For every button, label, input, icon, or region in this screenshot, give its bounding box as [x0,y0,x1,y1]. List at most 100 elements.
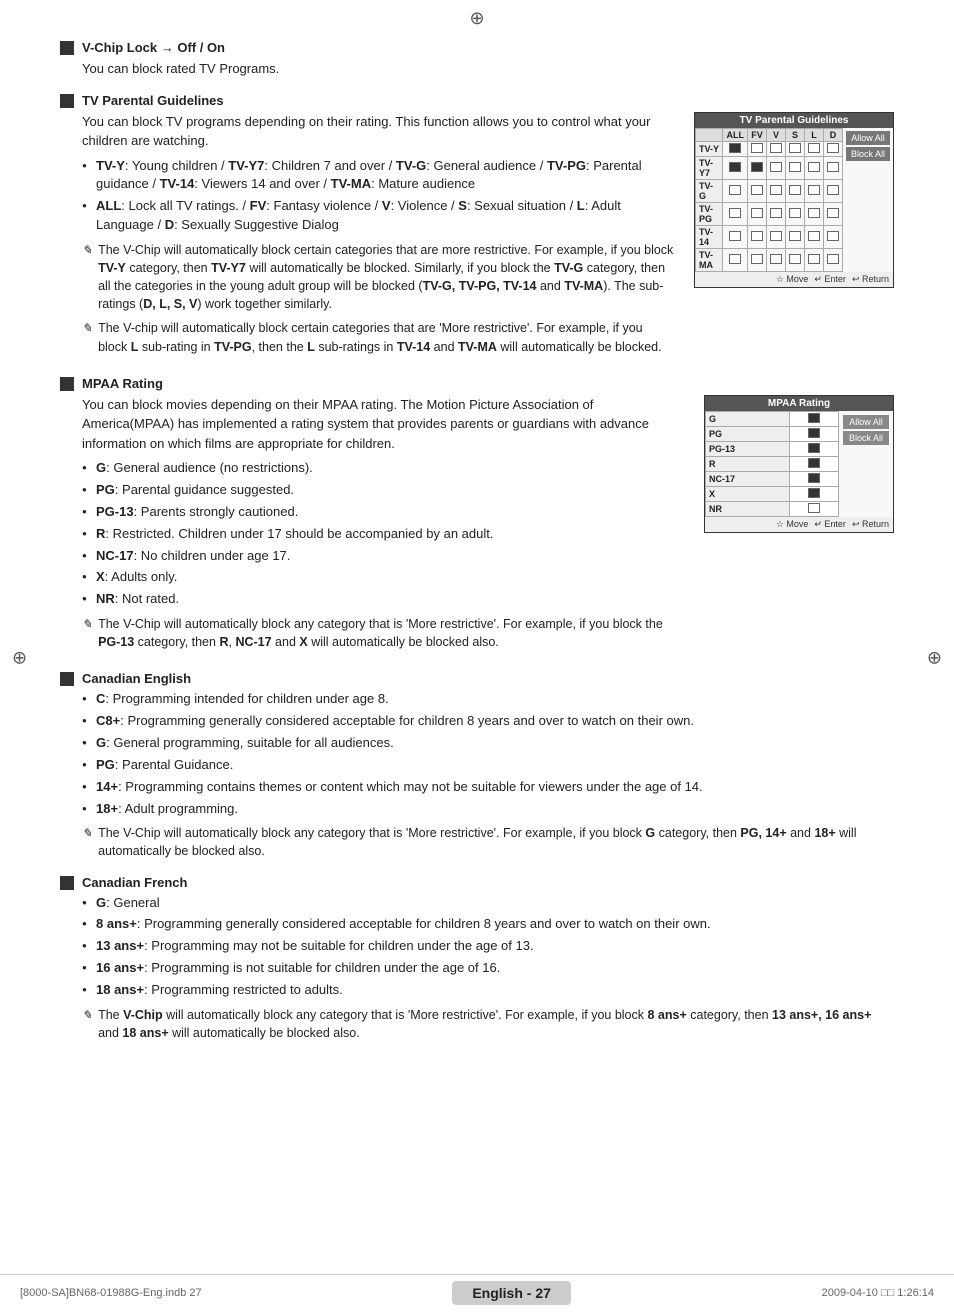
tv-check-tvy-fv[interactable] [747,141,766,156]
mpaa-check-nc17[interactable] [790,471,839,486]
section-mpaa: MPAA Rating You can block movies dependi… [60,376,894,658]
can-en-bullet-14: 14+: Programming contains themes or cont… [82,778,894,797]
tv-check-tvy-d[interactable] [823,141,842,156]
mpaa-row-r: R [706,456,839,471]
tv-check-tvg-fv[interactable] [747,179,766,202]
mpaa-check-nr[interactable] [790,501,839,516]
mpaa-label-nr: NR [706,501,790,516]
tv-check-tvma-all[interactable] [723,248,748,271]
mpaa-box-title: MPAA Rating [705,396,893,411]
tv-check-tvy7-v[interactable] [766,156,785,179]
mpaa-check-pg13[interactable] [790,441,839,456]
th-empty [696,128,723,141]
can-fr-bullet-g: G: General [82,894,894,913]
tv-check-tv14-d[interactable] [823,225,842,248]
mpaa-nav-move: ☆ Move [776,519,809,530]
tv-row-tvy7: TV-Y7 [696,156,843,179]
tv-check-tvy-all[interactable] [723,141,748,156]
tv-check-tvg-s[interactable] [785,179,804,202]
mpaa-label-r: R [706,456,790,471]
mpaa-table-wrapper: G PG PG-13 [705,411,839,517]
tv-check-tvma-d[interactable] [823,248,842,271]
note-text-can-en: The V-Chip will automatically block any … [98,824,894,860]
tv-check-tvma-fv[interactable] [747,248,766,271]
tv-row-tvma: TV-MA [696,248,843,271]
mpaa-nav-enter: ↵ Enter [814,519,846,530]
tv-check-tv14-all[interactable] [723,225,748,248]
tv-check-tvma-l[interactable] [804,248,823,271]
tv-check-tvpg-fv[interactable] [747,202,766,225]
mpaa-label-pg13: PG-13 [706,441,790,456]
tv-nav-move: ☆ Move [776,274,809,285]
mpaa-section-row: You can block movies depending on their … [60,395,894,658]
mpaa-bullet-x: X: Adults only. [82,568,684,587]
tv-check-tvg-d[interactable] [823,179,842,202]
title-mpaa: MPAA Rating [82,376,163,391]
tv-check-tvg-l[interactable] [804,179,823,202]
note-icon-can-fr: ✎ [82,1007,92,1024]
right-gutter-icon: ⊕ [927,647,942,668]
tv-check-tvpg-s[interactable] [785,202,804,225]
mpaa-box: MPAA Rating G PG [704,395,894,533]
section-vchip-lock: V-Chip Lock → Off / On You can block rat… [60,40,894,79]
tv-check-tv14-l[interactable] [804,225,823,248]
can-fr-bullet-18: 18 ans+: Programming restricted to adult… [82,981,894,1000]
tv-allow-all-button[interactable]: Allow All [846,131,890,145]
tv-check-tvy-v[interactable] [766,141,785,156]
tv-check-tvy-l[interactable] [804,141,823,156]
tv-label-tvma: TV-MA [696,248,723,271]
tv-check-tvpg-v[interactable] [766,202,785,225]
tv-row-tvpg: TV-PG [696,202,843,225]
mpaa-allow-all-button[interactable]: Allow All [843,415,889,429]
mpaa-check-pg[interactable] [790,426,839,441]
tv-check-tvg-v[interactable] [766,179,785,202]
tv-row-tvg: TV-G [696,179,843,202]
tv-row-tvy: TV-Y [696,141,843,156]
mpaa-check-g[interactable] [790,411,839,426]
tv-check-tv14-v[interactable] [766,225,785,248]
mpaa-table: G PG PG-13 [705,411,839,517]
mpaa-check-r[interactable] [790,456,839,471]
mpaa-check-x[interactable] [790,486,839,501]
tv-panel: ALL FV V S L D TV-Y [695,128,893,272]
can-en-bullet-c: C: Programming intended for children und… [82,690,894,709]
title-can-fr: Canadian French [82,875,187,890]
tv-guidelines-box: TV Parental Guidelines ALL FV V S [694,112,894,288]
tv-nav-return: ↩ Return [852,274,889,285]
tv-check-tvma-v[interactable] [766,248,785,271]
tv-check-tvy-s[interactable] [785,141,804,156]
can-fr-note: ✎ The V-Chip will automatically block an… [82,1006,894,1042]
tv-check-tv14-s[interactable] [785,225,804,248]
tv-block-all-button[interactable]: Block All [846,147,890,161]
tv-check-tvg-all[interactable] [723,179,748,202]
bullet-can-fr [60,876,74,890]
tv-check-tv14-fv[interactable] [747,225,766,248]
bullet-vchip [60,41,74,55]
tv-label-tvy7: TV-Y7 [696,156,723,179]
tv-check-tvpg-all[interactable] [723,202,748,225]
tv-bullet-1: TV-Y: Young children / TV-Y7: Children 7… [82,157,674,195]
mpaa-row-pg: PG [706,426,839,441]
section-tv-parental: TV Parental Guidelines You can block TV … [60,93,894,362]
tv-check-tvy7-l[interactable] [804,156,823,179]
tv-check-tvma-s[interactable] [785,248,804,271]
mpaa-bullet-pg13: PG-13: Parents strongly cautioned. [82,503,684,522]
footer-left: [8000-SA]BN68-01988G-Eng.indb 27 [20,1287,202,1299]
mpaa-nav-return: ↩ Return [852,519,889,530]
mpaa-block-all-button[interactable]: Block All [843,431,889,445]
can-fr-bullet-16: 16 ans+: Programming is not suitable for… [82,959,894,978]
mpaa-row-x: X [706,486,839,501]
section-header-can-en: Canadian English [60,671,894,686]
mpaa-bullet-nc17: NC-17: No children under age 17. [82,547,684,566]
tv-note-2: ✎ The V-chip will automatically block ce… [82,319,674,355]
tv-check-tvy7-d[interactable] [823,156,842,179]
top-center-icon: ⊕ [469,8,484,29]
page-container: ⊕ ⊕ ⊕ V-Chip Lock → Off / On You can blo… [0,0,954,1315]
tv-check-tvy7-all[interactable] [723,156,748,179]
tv-check-tvy7-fv[interactable] [747,156,766,179]
tv-check-tvy7-s[interactable] [785,156,804,179]
can-en-bullets: C: Programming intended for children und… [82,690,894,818]
tv-check-tvpg-l[interactable] [804,202,823,225]
mpaa-intro: You can block movies depending on their … [82,395,684,454]
tv-check-tvpg-d[interactable] [823,202,842,225]
